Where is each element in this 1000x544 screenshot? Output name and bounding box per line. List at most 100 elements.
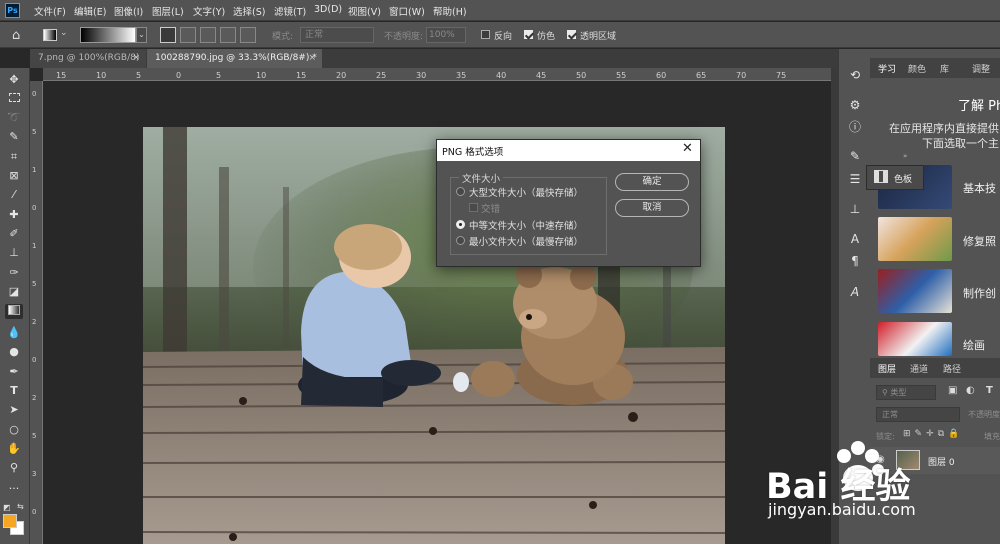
adjustments-panel-icon[interactable]: ☰ (846, 171, 864, 187)
gradient-preset-icon[interactable] (43, 29, 57, 41)
ellipse-tool-icon[interactable]: ○ (5, 422, 23, 437)
menu-layer[interactable]: 图层(L) (152, 4, 184, 18)
radio-medium-file[interactable] (456, 220, 465, 229)
tab-channels[interactable]: 通道 (910, 362, 928, 375)
gradient-dropdown-icon[interactable]: ⌄ (136, 27, 147, 43)
tab-document-1[interactable]: 7.png @ 100%(RGB/8) × (30, 49, 146, 68)
tab-learn[interactable]: 学习 (878, 62, 896, 75)
collapse-icon[interactable]: » (903, 152, 907, 160)
menu-view[interactable]: 视图(V) (348, 4, 381, 18)
home-icon[interactable]: ⌂ (12, 28, 20, 43)
tab-layers[interactable]: 图层 (878, 362, 896, 375)
stamp-tool-icon[interactable]: ⊥ (5, 245, 23, 260)
character-panel-icon[interactable]: A (846, 231, 864, 247)
radio-smallest-file-label[interactable]: 最小文件大小（最慢存储） (469, 234, 583, 248)
lesson-thumbnail[interactable] (878, 322, 952, 356)
menu-help[interactable]: 帮助(H) (433, 4, 467, 18)
reverse-checkbox[interactable] (481, 30, 490, 39)
tab-paths[interactable]: 路径 (943, 362, 961, 375)
glyphs-panel-icon[interactable]: A (846, 284, 864, 300)
ruler-tick-label: 20 (336, 71, 347, 80)
gradient-tool-icon[interactable] (5, 304, 23, 319)
angle-gradient-button[interactable] (200, 27, 216, 43)
close-icon[interactable]: ✕ (682, 141, 693, 156)
ok-button[interactable]: 确定 (615, 173, 689, 191)
swatches-grid-icon (874, 170, 888, 183)
lesson-repair[interactable]: 修复照 (963, 233, 996, 249)
chevron-down-icon[interactable]: ⌄ (60, 28, 68, 38)
menu-3d[interactable]: 3D(D) (314, 4, 342, 15)
diamond-gradient-button[interactable] (240, 27, 256, 43)
healing-brush-icon[interactable]: ✚ (5, 207, 23, 222)
tab-color[interactable]: 颜色 (908, 62, 926, 75)
layer-name[interactable]: 图层 0 (928, 455, 955, 468)
brush-tool-icon[interactable]: ✐ (5, 226, 23, 241)
group-title: 文件大小 (459, 171, 504, 185)
paragraph-panel-icon[interactable]: ¶ (846, 253, 864, 269)
crop-tool-icon[interactable]: ⌗ (5, 149, 23, 164)
info-panel-icon[interactable]: ⓘ (846, 119, 864, 135)
type-filter-icon[interactable]: T (986, 385, 993, 396)
lesson-thumbnail[interactable] (878, 269, 952, 313)
layer-kind-filter[interactable]: ⚲ 类型 (876, 385, 936, 400)
type-tool-icon[interactable]: T (5, 383, 23, 398)
swatches-label[interactable]: 色板 (894, 172, 912, 185)
menu-filter[interactable]: 滤镜(T) (274, 4, 306, 18)
history-panel-icon[interactable]: ⟲ (846, 67, 864, 83)
menu-file[interactable]: 文件(F) (34, 4, 66, 18)
close-icon[interactable]: × (132, 49, 140, 68)
brush-panel-icon[interactable]: ✎ (846, 148, 864, 164)
transparency-checkbox[interactable] (567, 30, 576, 39)
lasso-tool-icon[interactable]: ➰ (5, 110, 23, 125)
default-colors-icon[interactable]: ◩ (3, 503, 11, 512)
radio-smallest-file[interactable] (456, 236, 465, 245)
quick-select-tool-icon[interactable]: ✎ (5, 129, 23, 144)
zoom-tool-icon[interactable]: ⚲ (5, 460, 23, 475)
tab-adjustments[interactable]: 调整 (972, 62, 990, 75)
marquee-tool-icon[interactable] (5, 91, 23, 106)
move-tool-icon[interactable]: ✥ (5, 72, 23, 87)
eyedropper-tool-icon[interactable]: ⁄ (5, 187, 23, 202)
pen-tool-icon[interactable]: ✒ (5, 364, 23, 379)
properties-panel-icon[interactable]: ⚙ (846, 97, 864, 113)
linear-gradient-button[interactable] (160, 27, 176, 43)
swap-colors-icon[interactable]: ⇆ (17, 502, 24, 511)
tab-libraries[interactable]: 库 (940, 62, 949, 75)
eraser-tool-icon[interactable]: ◪ (5, 284, 23, 299)
menu-window[interactable]: 窗口(W) (389, 4, 425, 18)
reverse-label: 反向 (494, 32, 513, 42)
mode-select[interactable]: 正常 (300, 27, 374, 43)
menu-type[interactable]: 文字(Y) (193, 4, 225, 18)
foreground-color-swatch[interactable] (3, 514, 17, 528)
cancel-button[interactable]: 取消 (615, 199, 689, 217)
dodge-tool-icon[interactable]: ● (5, 344, 23, 359)
hand-tool-icon[interactable]: ✋ (5, 441, 23, 456)
lesson-create[interactable]: 制作创 (963, 285, 996, 301)
menu-image[interactable]: 图像(I) (114, 4, 143, 18)
frame-tool-icon[interactable]: ⊠ (5, 168, 23, 183)
lesson-thumbnail[interactable] (878, 217, 952, 261)
radial-gradient-button[interactable] (180, 27, 196, 43)
radio-medium-file-label[interactable]: 中等文件大小（中速存储） (469, 218, 583, 232)
lock-icons[interactable]: ⊞✎✛⧉🔒 (903, 429, 963, 439)
image-filter-icon[interactable]: ▣ (948, 385, 957, 396)
radio-large-file-label[interactable]: 大型文件大小（最快存储） (469, 185, 583, 199)
opacity-field[interactable]: 100% (426, 27, 466, 43)
more-tools-icon[interactable]: ··· (5, 481, 23, 496)
lesson-paint[interactable]: 绘画 (963, 337, 985, 353)
menu-select[interactable]: 选择(S) (233, 4, 265, 18)
blur-tool-icon[interactable]: 💧 (5, 325, 23, 340)
tab-document-2[interactable]: 100288790.jpg @ 33.3%(RGB/8#) * × (147, 49, 322, 68)
menu-edit[interactable]: 编辑(E) (74, 4, 106, 18)
clone-source-icon[interactable]: ⊥ (846, 201, 864, 217)
adjustment-filter-icon[interactable]: ◐ (966, 385, 975, 396)
dither-checkbox[interactable] (524, 30, 533, 39)
gradient-picker[interactable] (80, 27, 136, 43)
reflected-gradient-button[interactable] (220, 27, 236, 43)
radio-large-file[interactable] (456, 187, 465, 196)
history-brush-icon[interactable]: ✑ (5, 265, 23, 280)
blend-mode-select[interactable]: 正常 (876, 407, 960, 422)
close-icon[interactable]: × (308, 49, 316, 68)
path-select-tool-icon[interactable]: ➤ (5, 402, 23, 417)
lesson-basic[interactable]: 基本技 (963, 180, 996, 196)
